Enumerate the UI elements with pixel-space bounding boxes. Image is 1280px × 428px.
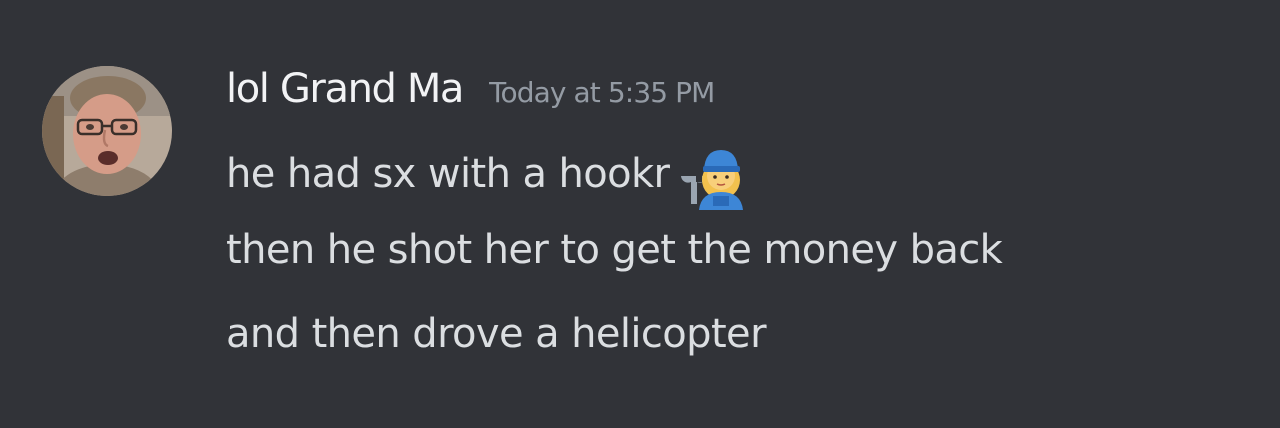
message-header: lol Grand Ma Today at 5:35 PM: [226, 66, 715, 122]
avatar-photo: [42, 66, 172, 196]
chat-message: lol Grand Ma Today at 5:35 PM he had sx …: [0, 0, 1280, 428]
chat-area: lol Grand Ma Today at 5:35 PM he had sx …: [0, 0, 1280, 428]
username[interactable]: lol Grand Ma: [226, 66, 464, 112]
message-line-3: and then drove a helicopter: [226, 311, 767, 357]
message-line-2: then he shot her to get the money back: [226, 227, 1003, 273]
user-avatar[interactable]: [42, 66, 172, 196]
message-timestamp[interactable]: Today at 5:35 PM: [489, 76, 715, 109]
message-line-1: he had sx with a hookr: [226, 142, 747, 210]
woman-mechanic-emoji-icon[interactable]: [675, 146, 747, 210]
message-text: he had sx with a hookr: [226, 151, 670, 197]
